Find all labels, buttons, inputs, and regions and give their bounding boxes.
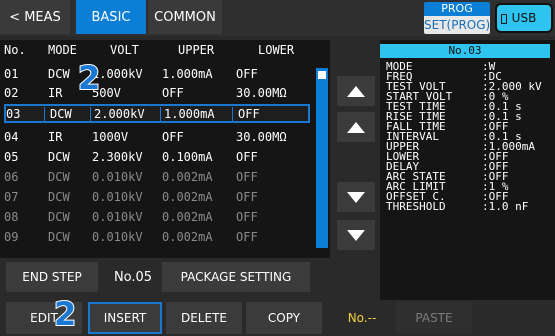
cell-lower: OFF: [236, 150, 258, 164]
header-upper: UPPER: [178, 43, 215, 57]
cell-upper: OFF: [162, 130, 184, 144]
step-callout-number: 2: [77, 59, 101, 97]
insert-button[interactable]: INSERT: [88, 302, 162, 334]
usb-plug-icon: [501, 14, 507, 24]
prog-label: PROG: [424, 2, 490, 16]
table-scrollbar[interactable]: [316, 68, 328, 248]
cell-lower: 30.00MΩ: [236, 130, 287, 144]
table-row[interactable]: 07 DCW 0.010kV 0.002mA OFF: [0, 188, 312, 207]
header-volt: VOLT: [110, 43, 139, 57]
tab-common[interactable]: COMMON: [148, 0, 222, 34]
scroll-down-button[interactable]: [337, 182, 375, 212]
cell-lower: OFF: [236, 230, 258, 244]
cell-upper: 1.000mA: [164, 107, 215, 121]
page-up-button[interactable]: [337, 76, 375, 106]
delete-button[interactable]: DELETE: [166, 302, 242, 334]
detail-row: THRESHOLD :1.0 nF: [386, 200, 555, 213]
cell-divider: [160, 107, 161, 122]
arrow-up-icon: [347, 121, 365, 133]
cell-upper: 0.002mA: [162, 170, 213, 184]
cell-lower: OFF: [236, 210, 258, 224]
cell-no: 06: [4, 170, 19, 184]
header-no: No.: [4, 43, 26, 57]
step-table: No. MODE VOLT UPPER LOWER 01 DCW 1.000kV…: [0, 40, 330, 258]
copy-button[interactable]: COPY: [246, 302, 322, 334]
cell-no: 05: [4, 150, 19, 164]
cell-lower: 30.00MΩ: [236, 86, 287, 100]
package-setting-button[interactable]: PACKAGE SETTING: [162, 262, 310, 292]
table-row[interactable]: 01 DCW 1.000kV 1.000mA OFF: [0, 65, 312, 84]
arrow-down-icon: [347, 229, 365, 241]
cell-no: 02: [4, 86, 19, 100]
cell-upper: 0.002mA: [162, 190, 213, 204]
cell-no: 09: [4, 230, 19, 244]
table-row[interactable]: 08 DCW 0.010kV 0.002mA OFF: [0, 208, 312, 227]
cell-volt: 2.000kV: [94, 107, 145, 121]
scroll-up-button[interactable]: [337, 112, 375, 142]
scrollbar-thumb[interactable]: [318, 71, 326, 79]
cell-upper: 0.002mA: [162, 230, 213, 244]
cell-mode: DCW: [48, 190, 70, 204]
table-row[interactable]: 09 DCW 0.010kV 0.002mA OFF: [0, 228, 312, 247]
step-callout-number: 2: [53, 295, 77, 333]
cell-volt: 500V: [92, 86, 121, 100]
arrow-down-icon: [347, 191, 365, 203]
table-row-selected[interactable]: 03 DCW 2.000kV 1.000mA OFF: [4, 104, 310, 123]
table-header: No. MODE VOLT UPPER LOWER: [0, 40, 330, 60]
tab-meas[interactable]: < MEAS: [0, 0, 70, 34]
page-down-button[interactable]: [337, 220, 375, 250]
usb-status-badge: USB: [495, 3, 553, 33]
top-bar: < MEAS BASIC COMMON PROG SET(PROG) USB: [0, 0, 555, 36]
header-mode: MODE: [48, 43, 77, 57]
table-row[interactable]: 02 IR 500V OFF 30.00MΩ: [0, 84, 312, 103]
cell-mode: DCW: [48, 230, 70, 244]
cell-upper: 0.100mA: [162, 150, 213, 164]
header-lower: LOWER: [258, 43, 295, 57]
bottom-toolbar: EDIT INSERT DELETE COPY No.-- PASTE: [0, 300, 555, 336]
cell-volt: 1000V: [92, 130, 129, 144]
cell-no: 07: [4, 190, 19, 204]
end-step-button[interactable]: END STEP: [6, 262, 98, 292]
cell-lower: OFF: [236, 170, 258, 184]
cell-lower: OFF: [236, 190, 258, 204]
table-row[interactable]: 05 DCW 2.300kV 0.100mA OFF: [0, 148, 312, 167]
cell-volt: 1.000kV: [92, 67, 143, 81]
arrow-up-icon: [347, 85, 365, 97]
step-detail-panel: No.03 MODE:W FREQ:DC TEST VOLT:2.000 kV …: [380, 40, 555, 304]
cell-volt: 0.010kV: [92, 170, 143, 184]
cell-upper: 1.000mA: [162, 67, 213, 81]
detail-key: THRESHOLD: [386, 200, 446, 213]
table-row[interactable]: 04 IR 1000V OFF 30.00MΩ: [0, 128, 312, 147]
cell-mode: IR: [48, 130, 63, 144]
tab-basic[interactable]: BASIC: [76, 0, 146, 34]
table-row[interactable]: 06 DCW 0.010kV 0.002mA OFF: [0, 168, 312, 187]
prog-status-badge: PROG SET(PROG): [424, 2, 490, 34]
detail-title: No.03: [380, 44, 550, 58]
cell-no: 01: [4, 67, 19, 81]
paste-button[interactable]: PASTE: [396, 302, 472, 334]
cell-mode: DCW: [50, 107, 72, 121]
cell-volt: 0.010kV: [92, 210, 143, 224]
detail-value: :1.0 nF: [482, 200, 529, 213]
prog-mode-label: SET(PROG): [424, 16, 490, 34]
cell-divider: [232, 107, 233, 122]
cell-volt: 2.300kV: [92, 150, 143, 164]
cell-no: 03: [6, 107, 21, 121]
end-step-value: No.05: [113, 269, 153, 285]
cell-upper: 0.002mA: [162, 210, 213, 224]
cell-lower: OFF: [238, 107, 260, 121]
cell-no: 04: [4, 130, 19, 144]
cell-lower: OFF: [236, 67, 258, 81]
usb-label: USB: [511, 11, 537, 25]
cell-no: 08: [4, 210, 19, 224]
cell-mode: DCW: [48, 150, 70, 164]
cell-mode: DCW: [48, 210, 70, 224]
cell-divider: [44, 107, 45, 122]
cell-volt: 0.010kV: [92, 190, 143, 204]
cell-upper: OFF: [162, 86, 184, 100]
cell-mode: DCW: [48, 170, 70, 184]
cell-volt: 0.010kV: [92, 230, 143, 244]
copy-source-number: No.--: [347, 311, 377, 325]
cell-divider: [90, 107, 91, 122]
